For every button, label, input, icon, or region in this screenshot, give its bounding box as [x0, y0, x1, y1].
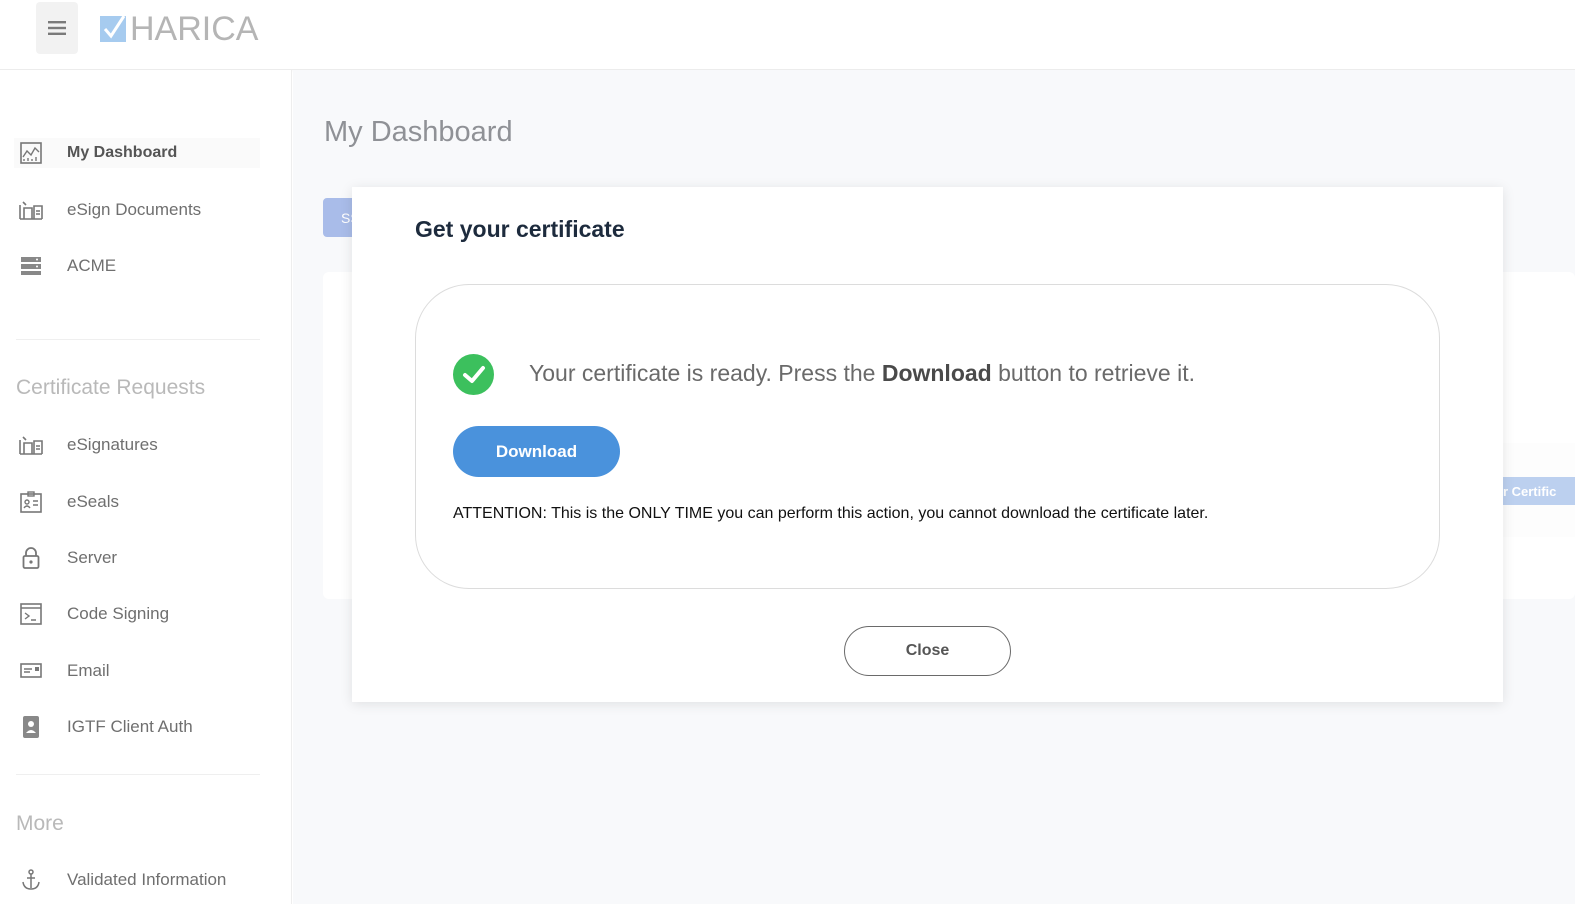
modal-title: Get your certificate — [415, 216, 625, 242]
ready-text-prefix: Your certificate is ready. Press the — [529, 360, 882, 386]
terminal-icon — [18, 601, 44, 627]
section-title-more: More — [16, 812, 64, 835]
sidebar-item-email[interactable]: Email — [14, 656, 260, 686]
sidebar-item-eseals[interactable]: eSeals — [14, 487, 260, 517]
sidebar-item-label: Validated Information — [67, 870, 227, 889]
certificate-ready-message: Your certificate is ready. Press the Dow… — [529, 360, 1195, 387]
attention-warning: ATTENTION: This is the ONLY TIME you can… — [453, 505, 1209, 522]
email-card-icon — [18, 658, 44, 684]
sidebar-item-server[interactable]: Server — [14, 543, 260, 573]
sidebar-item-label: eSignatures — [67, 435, 158, 454]
sidebar-item-esign-documents[interactable]: eSign Documents — [14, 195, 260, 225]
ready-text-bold: Download — [881, 360, 992, 386]
logo-text: HARICA — [130, 9, 259, 48]
check-circle-icon — [453, 354, 494, 395]
top-bar: HARICA — [0, 0, 1575, 70]
section-title-certificate-requests: Certificate Requests — [16, 376, 206, 399]
sidebar-item-acme[interactable]: ACME — [14, 251, 260, 281]
sidebar-item-label: Server — [67, 548, 118, 567]
document-sign-icon — [18, 197, 44, 223]
background-certificate-button[interactable]: ur Certific — [1495, 477, 1575, 505]
logo-check-icon — [100, 15, 126, 42]
sidebar-divider — [16, 774, 260, 775]
sidebar-divider — [16, 339, 260, 340]
certificate-ready-panel: Your certificate is ready. Press the Dow… — [415, 284, 1440, 589]
server-rack-icon — [18, 253, 44, 279]
harica-logo[interactable]: HARICA — [100, 9, 259, 48]
get-certificate-modal: Get your certificate Your certificate is… — [352, 187, 1503, 702]
document-sign-icon — [18, 432, 44, 458]
seal-icon — [18, 489, 44, 515]
sidebar-item-label: Code Signing — [67, 604, 170, 623]
sidebar-item-validated-information[interactable]: Validated Information — [14, 865, 260, 895]
sidebar-item-label: IGTF Client Auth — [67, 717, 193, 736]
close-button[interactable]: Close — [844, 626, 1011, 676]
download-button[interactable]: Download — [453, 426, 620, 477]
sidebar-item-label: ACME — [67, 256, 117, 275]
hamburger-icon[interactable] — [36, 2, 78, 54]
sidebar-item-esignatures[interactable]: eSignatures — [14, 430, 260, 460]
sidebar-item-label: My Dashboard — [67, 144, 178, 161]
sidebar-item-label: eSeals — [67, 492, 119, 511]
sidebar-item-igtf-client-auth[interactable]: IGTF Client Auth — [14, 712, 260, 742]
anchor-icon — [18, 867, 44, 893]
id-badge-icon — [18, 714, 44, 740]
sidebar: My Dashboard eSign Documents ACME Certif… — [0, 70, 292, 904]
page-title: My Dashboard — [324, 116, 513, 148]
chart-icon — [18, 140, 44, 166]
sidebar-item-my-dashboard[interactable]: My Dashboard — [14, 138, 260, 168]
ready-text-suffix: button to retrieve it. — [991, 360, 1195, 386]
sidebar-item-label: eSign Documents — [67, 200, 202, 219]
sidebar-item-label: Email — [67, 661, 110, 680]
sidebar-item-code-signing[interactable]: Code Signing — [14, 599, 260, 629]
lock-icon — [18, 545, 44, 571]
